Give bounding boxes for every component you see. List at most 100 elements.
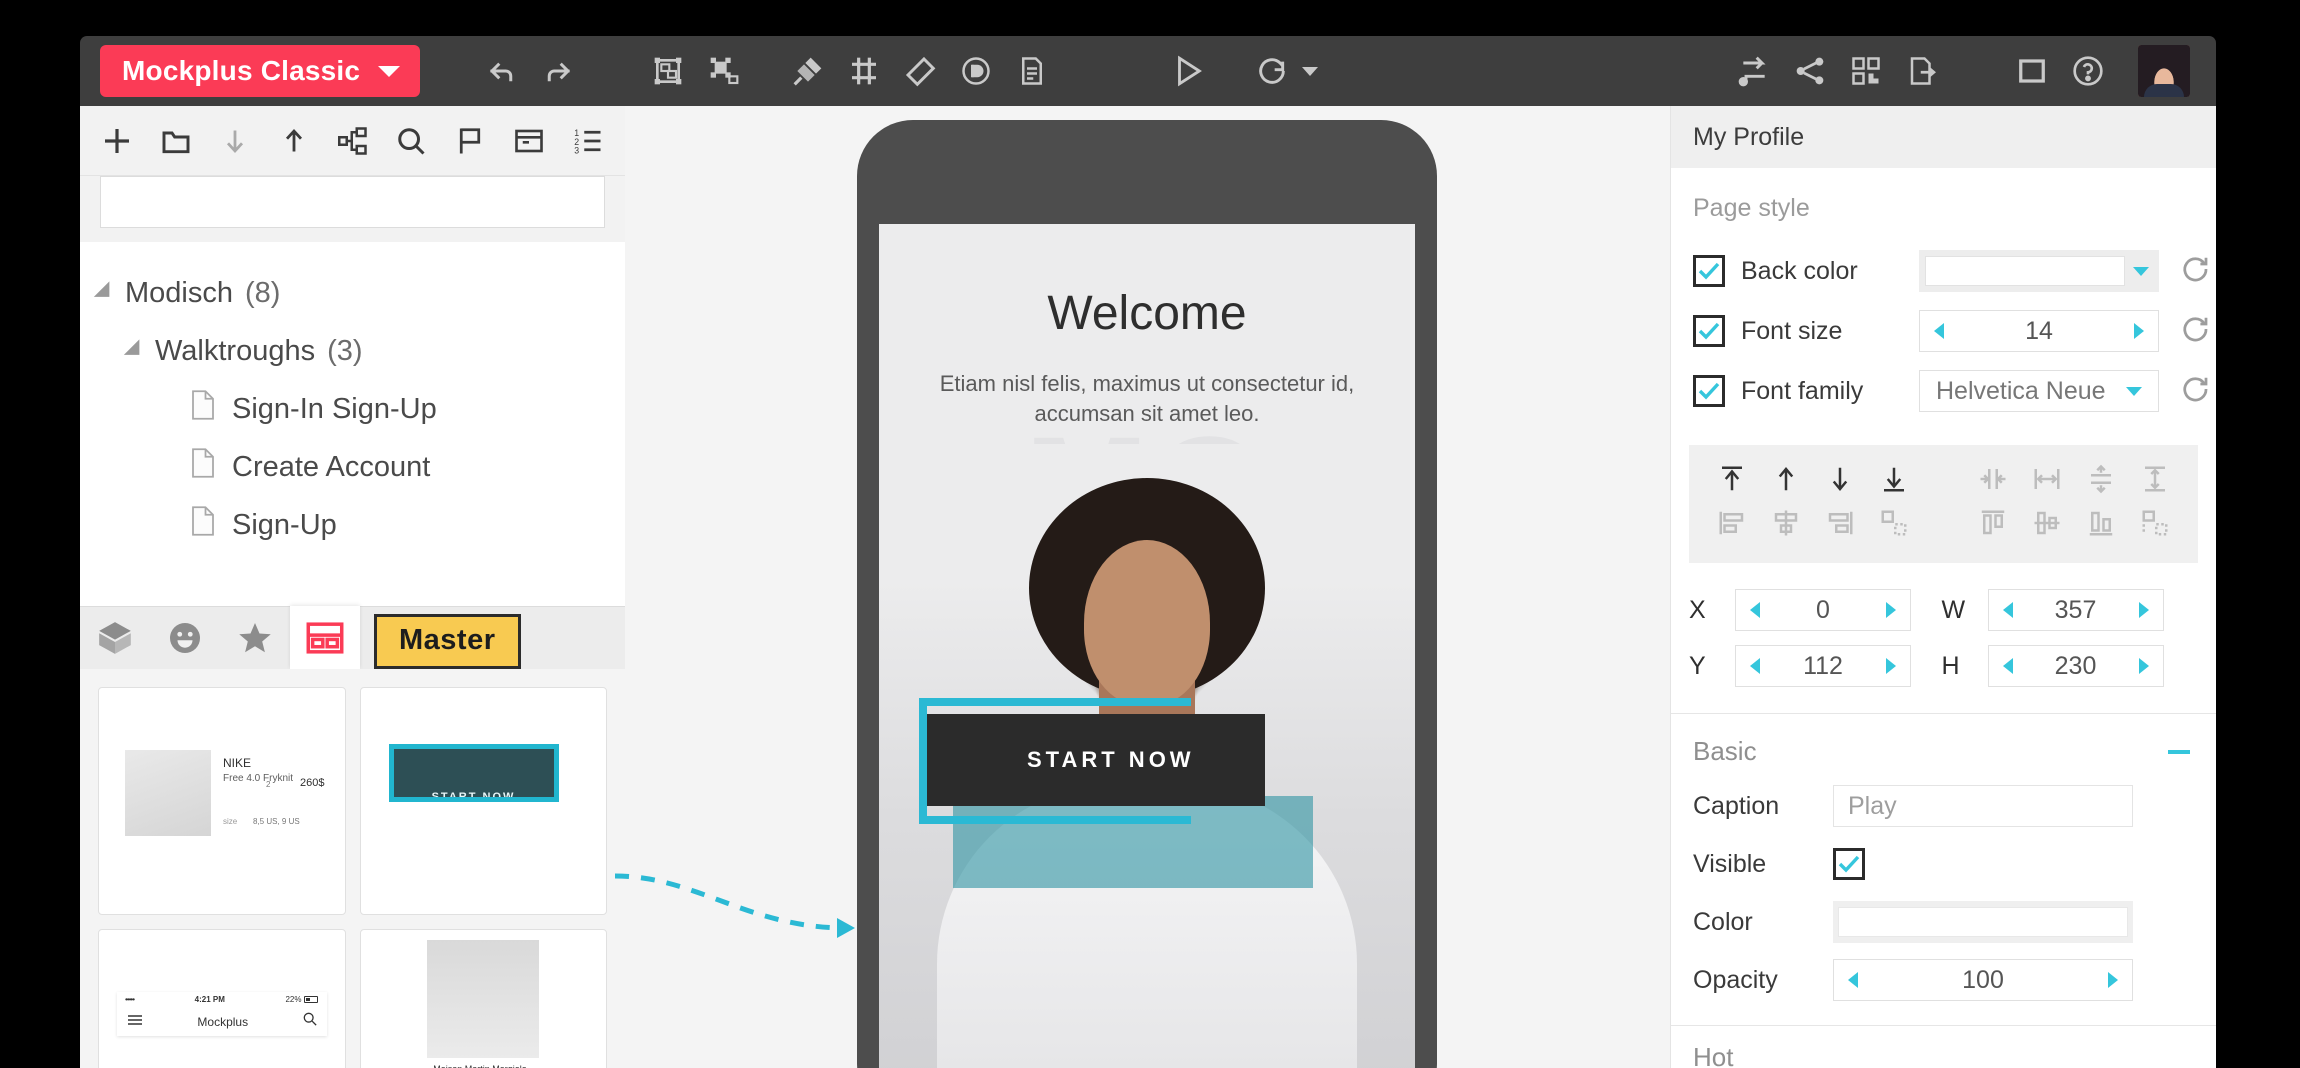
stepper-increment-icon[interactable] — [2134, 323, 2144, 339]
sync-options-caret-icon[interactable] — [1302, 67, 1318, 76]
thumb-product-card[interactable]: NIKE Free 4.0 Fryknit 2 260$ size 8,5 US… — [98, 687, 346, 915]
tab-favorites[interactable] — [220, 606, 290, 669]
font-size-stepper[interactable]: 14 — [1919, 310, 2159, 352]
thumb-start-now-master[interactable]: START NOW — [360, 687, 608, 915]
tab-master[interactable] — [290, 606, 360, 669]
sitemap-icon[interactable] — [333, 119, 372, 163]
distribute-h-span-icon[interactable] — [2032, 464, 2062, 499]
archive-icon[interactable] — [509, 119, 548, 163]
row-back-color: Back color — [1671, 241, 2216, 301]
thumb-tall-card[interactable]: Maison Martin Margiela Dark Brown size 8… — [360, 929, 608, 1068]
align-up-icon[interactable] — [1771, 464, 1801, 499]
redo-icon[interactable] — [530, 43, 586, 99]
preview-play-icon[interactable] — [1160, 43, 1216, 99]
stepper-decrement-icon[interactable] — [1750, 658, 1760, 674]
minus-icon[interactable] — [2168, 750, 2190, 754]
move-up-icon[interactable] — [274, 119, 313, 163]
align-center-h-icon[interactable] — [1771, 508, 1801, 543]
grid-icon[interactable] — [836, 43, 892, 99]
distribute-v-span-icon[interactable] — [2140, 464, 2170, 499]
distribute-icon[interactable] — [1879, 508, 1909, 543]
product-card-preview: NIKE Free 4.0 Fryknit 2 260$ size 8,5 US… — [125, 750, 333, 836]
qrcode-icon[interactable] — [1838, 43, 1894, 99]
tab-icons[interactable] — [150, 606, 220, 669]
basic-section-header[interactable]: Basic — [1671, 714, 2216, 777]
y-stepper[interactable]: 112 — [1735, 645, 1911, 687]
add-page-icon[interactable] — [98, 119, 137, 163]
stepper-decrement-icon[interactable] — [1848, 972, 1858, 988]
caption-label: Caption — [1693, 792, 1833, 821]
brand-dropdown-button[interactable]: Mockplus Classic — [100, 45, 420, 97]
tree-item-modisch[interactable]: Modisch (8) — [80, 264, 625, 322]
align-v-bottom-icon[interactable] — [2086, 508, 2116, 543]
stepper-decrement-icon[interactable] — [2003, 658, 2013, 674]
workflow-icon[interactable] — [1726, 43, 1782, 99]
search-icon[interactable] — [392, 119, 431, 163]
align-v-top-icon[interactable] — [1978, 508, 2008, 543]
ungroup-icon[interactable] — [696, 43, 752, 99]
stepper-increment-icon[interactable] — [1886, 602, 1896, 618]
h-stepper[interactable]: 230 — [1988, 645, 2164, 687]
link-icon[interactable] — [780, 43, 836, 99]
font-family-select[interactable]: Helvetica Neue — [1919, 370, 2159, 412]
stepper-increment-icon[interactable] — [2139, 658, 2149, 674]
stepper-increment-icon[interactable] — [2108, 972, 2118, 988]
align-left-icon[interactable] — [1717, 508, 1747, 543]
eraser-icon[interactable] — [892, 43, 948, 99]
stepper-decrement-icon[interactable] — [1750, 602, 1760, 618]
visible-checkbox[interactable] — [1833, 848, 1865, 880]
stepper-decrement-icon[interactable] — [1934, 323, 1944, 339]
tree-item-sign-in-sign-up[interactable]: Sign-In Sign-Up — [80, 380, 625, 438]
search-input[interactable] — [100, 176, 605, 228]
add-folder-icon[interactable] — [157, 119, 196, 163]
back-color-picker[interactable] — [1919, 250, 2159, 292]
font-size-checkbox[interactable] — [1693, 315, 1725, 347]
design-canvas[interactable]: Welcome Etiam nisl felis, maximus ut con… — [625, 106, 1670, 1068]
w-stepper[interactable]: 357 — [1988, 589, 2164, 631]
align-right-icon[interactable] — [1825, 508, 1855, 543]
library-tab-strip: Master — [80, 606, 625, 669]
flag-icon[interactable] — [451, 119, 490, 163]
align-top-edge-icon[interactable] — [1717, 464, 1747, 499]
arrange-icon[interactable] — [2140, 508, 2170, 543]
stepper-increment-icon[interactable] — [1886, 658, 1896, 674]
thumb-navbar[interactable]: ••••• 4:21 PM 22% Mockplus — [98, 929, 346, 1068]
move-down-icon[interactable] — [216, 119, 255, 163]
distribute-h-center-icon[interactable] — [1978, 464, 2008, 499]
align-down-icon[interactable] — [1825, 464, 1855, 499]
back-color-reset-icon[interactable] — [2181, 254, 2211, 289]
tree-item-create-account[interactable]: Create Account — [80, 438, 625, 496]
font-family-reset-icon[interactable] — [2181, 374, 2211, 409]
avatar[interactable] — [2138, 45, 2190, 97]
undo-icon[interactable] — [474, 43, 530, 99]
sort-icon[interactable]: 123 — [568, 119, 607, 163]
start-now-button[interactable]: START NOW — [927, 714, 1265, 806]
tall-card-title: Maison Martin Margiela — [433, 1064, 533, 1068]
tab-components[interactable] — [80, 606, 150, 669]
fullscreen-icon[interactable] — [2004, 43, 2060, 99]
back-color-checkbox[interactable] — [1693, 255, 1725, 287]
help-icon[interactable] — [2060, 43, 2116, 99]
tree-item-walktroughs[interactable]: Walktroughs (3) — [80, 322, 625, 380]
font-family-checkbox[interactable] — [1693, 375, 1725, 407]
align-bottom-edge-icon[interactable] — [1879, 464, 1909, 499]
page-note-icon[interactable] — [1004, 43, 1060, 99]
color-picker[interactable] — [1833, 901, 2133, 943]
group-icon[interactable] — [640, 43, 696, 99]
align-v-middle-icon[interactable] — [2032, 508, 2062, 543]
export-icon[interactable] — [1894, 43, 1950, 99]
distribute-v-center-icon[interactable] — [2086, 464, 2116, 499]
stepper-increment-icon[interactable] — [2139, 602, 2149, 618]
stepper-decrement-icon[interactable] — [2003, 602, 2013, 618]
opacity-stepper[interactable]: 100 — [1833, 959, 2133, 1001]
x-stepper[interactable]: 0 — [1735, 589, 1911, 631]
tree-item-sign-up[interactable]: Sign-Up — [80, 496, 625, 554]
y-value: 112 — [1803, 652, 1843, 681]
caption-input[interactable]: Play — [1833, 785, 2133, 827]
share-icon[interactable] — [1782, 43, 1838, 99]
row-caption: Caption Play — [1671, 777, 2216, 835]
phone-screen[interactable]: Welcome Etiam nisl felis, maximus ut con… — [879, 224, 1415, 1068]
sync-refresh-icon[interactable] — [1244, 43, 1300, 99]
font-size-reset-icon[interactable] — [2181, 314, 2211, 349]
note-icon[interactable] — [948, 43, 1004, 99]
